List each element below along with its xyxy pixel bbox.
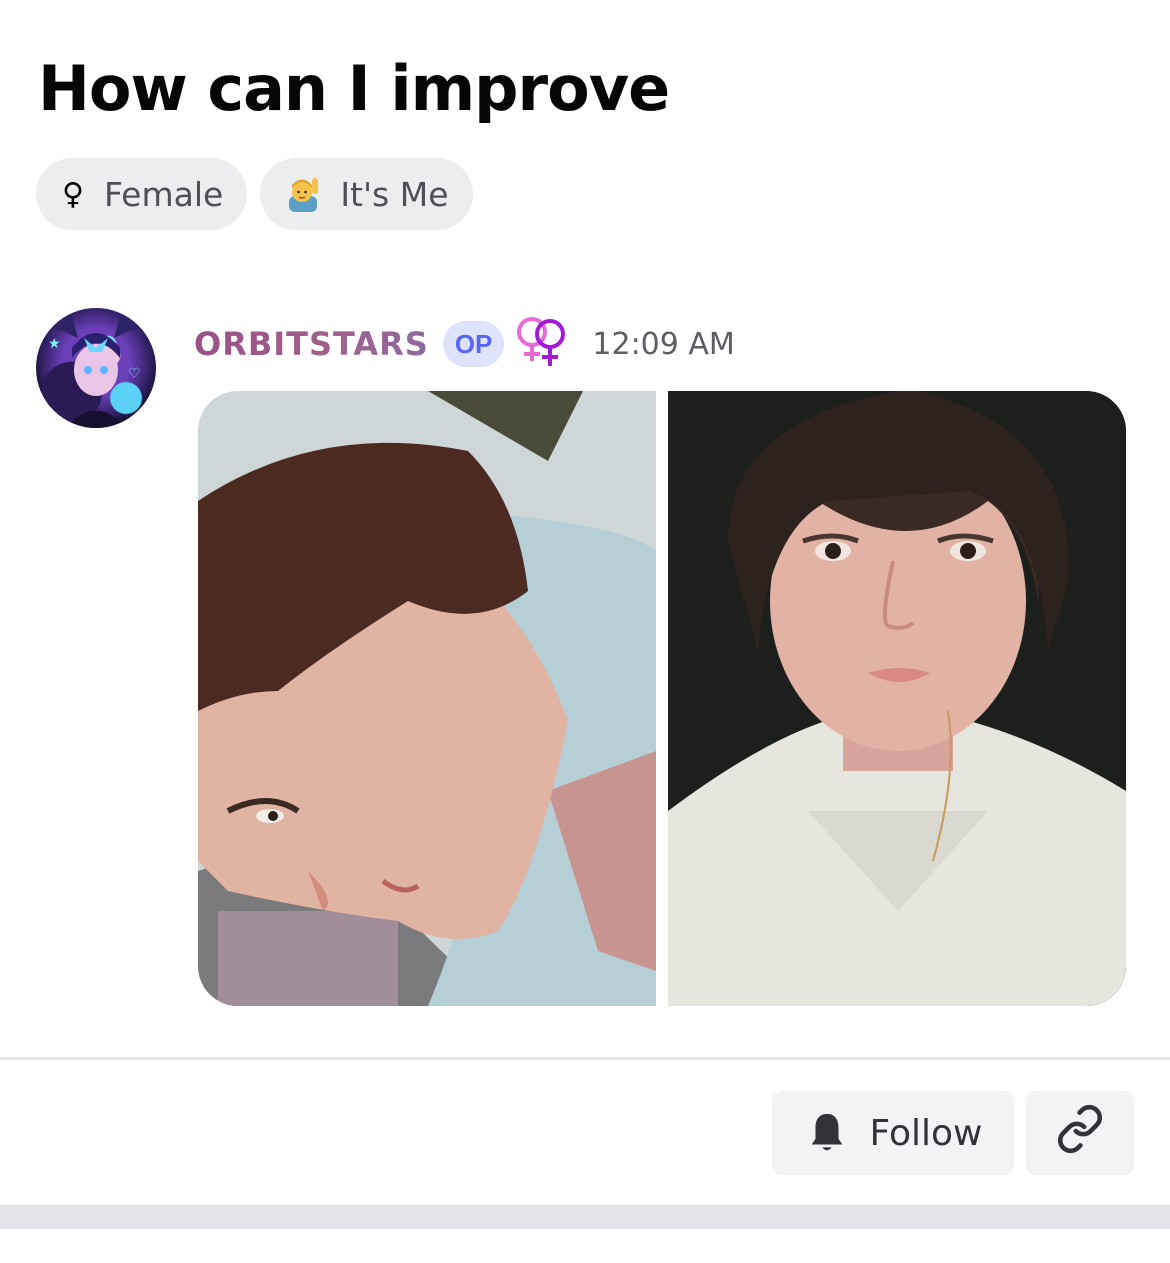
link-icon <box>1055 1104 1105 1163</box>
author-name[interactable]: ORBITSTARS <box>194 325 429 363</box>
message-timestamp: 12:09 AM <box>592 326 735 362</box>
follow-label: Follow <box>869 1112 983 1154</box>
op-badge: OP <box>442 321 505 367</box>
attachment-gallery <box>198 391 1126 1006</box>
post-title: How can I improve <box>38 52 670 125</box>
copy-link-button[interactable] <box>1026 1091 1134 1175</box>
post-actions: Follow <box>772 1091 1134 1175</box>
tag-female[interactable]: ♀ Female <box>36 158 248 230</box>
follow-button[interactable]: Follow <box>772 1091 1014 1175</box>
post-tags: ♀ Female It's Me <box>36 158 473 230</box>
bell-icon <box>804 1110 850 1156</box>
message-header: ORBITSTARS OP 12:09 AM <box>194 316 735 372</box>
section-separator <box>0 1205 1170 1229</box>
female-sign-icon: ♀ <box>62 176 84 212</box>
tag-label: Female <box>103 174 224 214</box>
svg-text:★: ★ <box>48 335 61 351</box>
tag-its-me[interactable]: It's Me <box>260 158 473 230</box>
divider <box>0 1057 1170 1060</box>
raising-hand-emoji-icon <box>286 176 320 212</box>
tag-label: It's Me <box>340 174 449 214</box>
attachment-photo[interactable] <box>198 391 656 1006</box>
message: ★ ♡ ORBITSTARS OP 12:09 AM <box>36 308 1136 1008</box>
attachment-photo[interactable] <box>668 391 1126 1006</box>
avatar[interactable]: ★ ♡ <box>36 308 156 428</box>
double-female-sign-icon <box>504 314 574 375</box>
svg-text:♡: ♡ <box>128 365 141 381</box>
